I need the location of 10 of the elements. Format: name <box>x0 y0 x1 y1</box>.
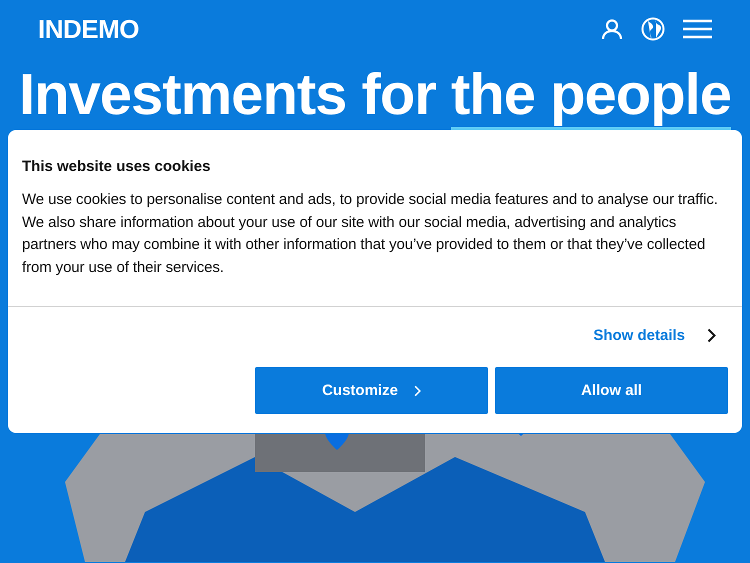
user-icon[interactable] <box>601 18 623 40</box>
chevron-right-icon <box>414 384 421 396</box>
dialog-text: We use cookies to personalise content and ads, to provide social media features and to analyse our traffic. We also share information about your use of our site with our social media, advertising and analytics partners who may combine it with other information that you’ve provided to them or that they’ve collected from your use of their services. <box>22 190 719 278</box>
logo[interactable]: INDEMO <box>38 14 139 44</box>
cookie-button[interactable]: Customize <box>255 367 488 414</box>
show-details-link[interactable]: Show details <box>593 327 716 344</box>
chevron-right-icon <box>707 328 716 343</box>
menu-icon[interactable] <box>683 19 712 39</box>
dialog-title: This website uses cookies <box>22 158 212 175</box>
cookie-button[interactable]: Allow all <box>495 367 728 414</box>
